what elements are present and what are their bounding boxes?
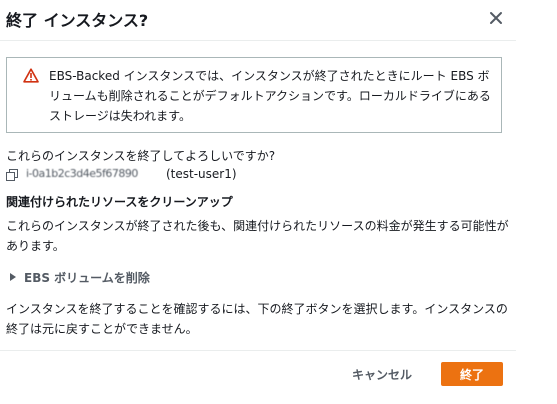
terminate-instance-dialog: 終了 インスタンス? EBS-Backed インスタンスでは、インスタンスが終了… <box>0 0 557 404</box>
terminate-button[interactable]: 終了 <box>441 362 503 386</box>
ebs-expander-label: EBS ボリュームを削除 <box>24 271 150 285</box>
dialog-footer: キャンセル 終了 <box>0 350 516 404</box>
close-button[interactable] <box>488 10 504 26</box>
dialog-title: 終了 インスタンス? <box>6 11 149 30</box>
caret-right-icon <box>10 273 16 281</box>
warning-alert: EBS-Backed インスタンスでは、インスタンスが終了されたときにルート E… <box>6 57 502 133</box>
copy-icon[interactable] <box>6 169 18 181</box>
close-icon <box>490 12 502 24</box>
related-resources-heading: 関連付けられたリソースをクリーンアップ <box>6 195 233 209</box>
related-resources-text: これらのインスタンスが終了された後も、関連付けられたリソースの料金が発生する可能… <box>6 219 509 253</box>
cancel-button[interactable]: キャンセル <box>340 361 424 387</box>
warning-triangle-icon <box>23 68 39 83</box>
instance-name: (test-user1) <box>166 167 237 181</box>
instance-id: i-0a1b2c3d4e5f67890 <box>26 167 138 180</box>
final-confirm-text: インスタンスを終了することを確認するには、下の終了ボタンを選択します。インスタン… <box>6 302 508 336</box>
warning-text: EBS-Backed インスタンスでは、インスタンスが終了されたときにルート E… <box>49 69 491 123</box>
dialog-header: 終了 インスタンス? <box>0 0 516 41</box>
confirm-question: これらのインスタンスを終了してよろしいですか? <box>6 149 276 163</box>
